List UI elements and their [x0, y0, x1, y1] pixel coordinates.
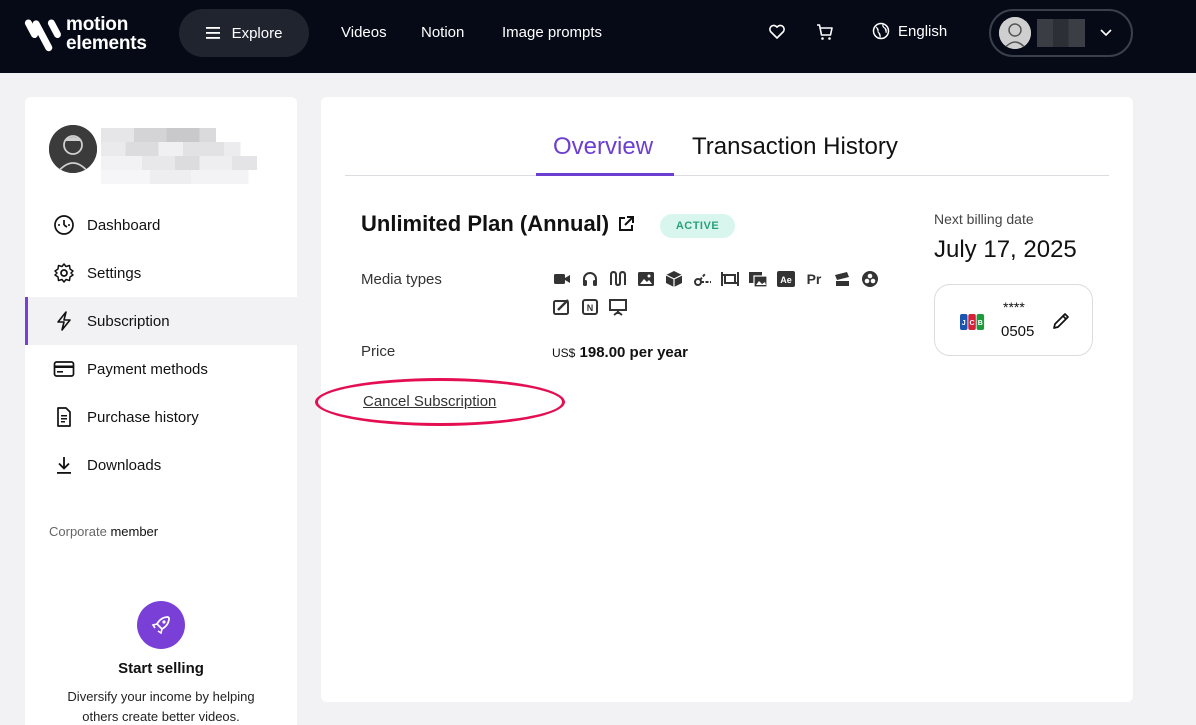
- sidebar-item-purchase-history[interactable]: Purchase history: [25, 393, 297, 441]
- media-types-list: Ae Pr N: [552, 269, 892, 317]
- transform-icon: [721, 272, 739, 286]
- logo-text-top: motion: [66, 14, 129, 35]
- account-sidebar: Dashboard Settings Subscription Payment …: [25, 97, 297, 725]
- image-icon: [638, 272, 654, 286]
- start-selling-title: Start selling: [118, 660, 204, 677]
- resolve-icon: [862, 271, 878, 287]
- jcb-icon: J C B: [960, 314, 985, 330]
- membership-label: Corporate member: [49, 524, 158, 539]
- plan-name: Unlimited Plan (Annual): [361, 211, 610, 236]
- language-label: English: [898, 22, 948, 40]
- tab-overview[interactable]: Overview: [553, 133, 653, 161]
- sidebar-item-label: Subscription: [87, 312, 170, 330]
- music-icon: [610, 270, 626, 287]
- explore-button[interactable]: Explore: [179, 9, 309, 57]
- notion-icon: N: [582, 299, 598, 315]
- dashboard-icon: [54, 215, 74, 235]
- nav-link-notion[interactable]: Notion: [421, 24, 464, 41]
- start-selling-description: Diversify your income by helping others …: [67, 689, 255, 724]
- sidebar-item-settings[interactable]: Settings: [25, 249, 297, 297]
- receipt-icon: [57, 407, 71, 427]
- motion-icon: [553, 299, 569, 315]
- tabs-divider: [345, 175, 1109, 176]
- sidebar-item-dashboard[interactable]: Dashboard: [25, 201, 297, 249]
- price-label: Price: [361, 343, 396, 360]
- download-icon: [57, 457, 71, 474]
- svg-text:Pr: Pr: [807, 271, 822, 287]
- lottie-icon: [694, 273, 711, 286]
- svg-text:C: C: [969, 320, 974, 327]
- presentation-icon: [609, 299, 627, 316]
- 3d-icon: [665, 271, 683, 287]
- sidebar-item-label: Settings: [87, 264, 142, 282]
- bolt-icon: [57, 311, 71, 331]
- subscription-panel: Overview Transaction History Unlimited P…: [315, 97, 1133, 702]
- svg-text:N: N: [587, 303, 594, 313]
- globe-icon: [872, 22, 890, 40]
- sidebar-item-label: Dashboard: [87, 216, 161, 234]
- menu-icon: [205, 27, 220, 39]
- next-billing-label: Next billing date: [934, 211, 1034, 227]
- avatar: [49, 125, 97, 173]
- premiere-icon: Pr: [807, 271, 822, 287]
- fcp-icon: [835, 272, 849, 286]
- sidebar-item-label: Payment methods: [87, 360, 208, 378]
- external-link-icon[interactable]: [617, 215, 635, 233]
- heart-icon[interactable]: [767, 22, 787, 42]
- nav-link-image-prompts[interactable]: Image prompts: [502, 24, 602, 41]
- rocket-icon: [137, 601, 185, 649]
- next-billing-date: July 17, 2025: [934, 236, 1077, 263]
- sidebar-item-downloads[interactable]: Downloads: [25, 441, 297, 489]
- price-value: US$ 198.00 per year: [552, 344, 688, 361]
- active-tab-indicator: [536, 173, 674, 176]
- svg-text:B: B: [978, 320, 983, 327]
- svg-text:Ae: Ae: [780, 275, 792, 285]
- redacted-user-info: [101, 128, 265, 184]
- profile-menu-button[interactable]: [989, 9, 1133, 57]
- audio-icon: [583, 272, 597, 286]
- card-last4: 0505: [1001, 323, 1035, 340]
- logo[interactable]: motion elements: [24, 12, 147, 56]
- explore-label: Explore: [231, 24, 283, 42]
- logo-mark-icon: [24, 13, 64, 55]
- logo-text-bottom: elements: [66, 33, 147, 54]
- credit-card-icon: [53, 361, 75, 377]
- currency: US$: [552, 346, 576, 360]
- sidebar-item-label: Downloads: [87, 456, 162, 474]
- cart-icon[interactable]: [815, 22, 835, 42]
- plan-title: Unlimited Plan (Annual): [361, 211, 635, 237]
- cancel-subscription-link[interactable]: Cancel Subscription: [363, 393, 496, 410]
- nav-link-videos[interactable]: Videos: [341, 24, 387, 41]
- membership-type: Corporate: [49, 524, 107, 539]
- status-badge: ACTIVE: [660, 214, 735, 238]
- gallery-icon: [749, 272, 768, 288]
- price-amount: 198.00 per year: [579, 344, 688, 361]
- pencil-icon[interactable]: [1051, 311, 1071, 331]
- redacted-username: [1037, 19, 1085, 47]
- payment-card[interactable]: J C B **** 0505: [934, 284, 1093, 356]
- avatar: [999, 17, 1031, 49]
- tab-transaction-history[interactable]: Transaction History: [692, 133, 898, 161]
- sidebar-item-subscription[interactable]: Subscription: [25, 297, 297, 345]
- media-types-label: Media types: [361, 271, 442, 288]
- svg-text:J: J: [962, 320, 966, 327]
- video-icon: [554, 274, 570, 284]
- after-effects-icon: Ae: [777, 271, 795, 287]
- chevron-down-icon: [1100, 29, 1112, 37]
- card-mask: ****: [1003, 299, 1025, 315]
- membership-suffix: member: [110, 524, 159, 539]
- sidebar-item-payment-methods[interactable]: Payment methods: [25, 345, 297, 393]
- gear-icon: [54, 263, 74, 283]
- top-navigation-bar: motion elements Explore Videos Notion Im…: [0, 0, 1196, 73]
- sidebar-item-label: Purchase history: [87, 408, 199, 426]
- language-selector[interactable]: English: [872, 22, 947, 40]
